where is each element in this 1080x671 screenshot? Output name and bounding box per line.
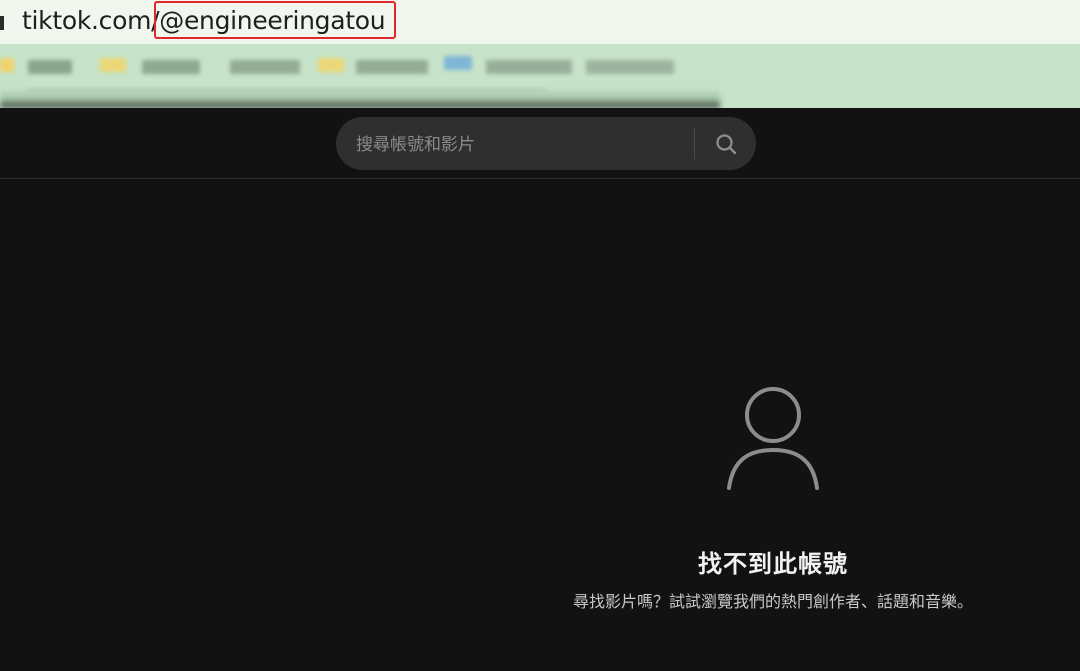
- bookmark-favicon[interactable]: [0, 58, 14, 72]
- bookmark-item[interactable]: [486, 60, 572, 74]
- search-divider: [694, 128, 695, 159]
- user-icon: [727, 387, 819, 490]
- account-not-found-title: 找不到此帳號: [698, 550, 848, 578]
- search-button[interactable]: [696, 117, 756, 170]
- address-bar-edge-icon: [0, 16, 4, 30]
- url-highlight-box: [154, 1, 396, 39]
- url-prefix: tiktok.com/: [22, 6, 160, 35]
- bookmark-favicon[interactable]: [100, 58, 126, 72]
- bookmark-item[interactable]: [356, 60, 428, 74]
- address-bar[interactable]: tiktok.com/@engineeringatou: [0, 0, 1080, 44]
- bookmark-item[interactable]: [28, 60, 72, 74]
- bookmark-item[interactable]: [142, 60, 200, 74]
- bookmarks-bar-shadow: [0, 88, 720, 108]
- search-bar[interactable]: [336, 117, 756, 172]
- search-input[interactable]: [354, 117, 688, 172]
- bookmark-favicon[interactable]: [444, 56, 472, 70]
- bookmark-favicon[interactable]: [318, 58, 344, 72]
- page: tiktok.com/@engineeringatou 找不到: [0, 0, 1080, 671]
- bookmark-item[interactable]: [586, 60, 674, 74]
- search-icon: [716, 133, 737, 154]
- account-not-found-description: 尋找影片嗎？試試瀏覽我們的熱門創作者、話題和音樂。: [572, 592, 973, 611]
- bookmark-item[interactable]: [230, 60, 300, 74]
